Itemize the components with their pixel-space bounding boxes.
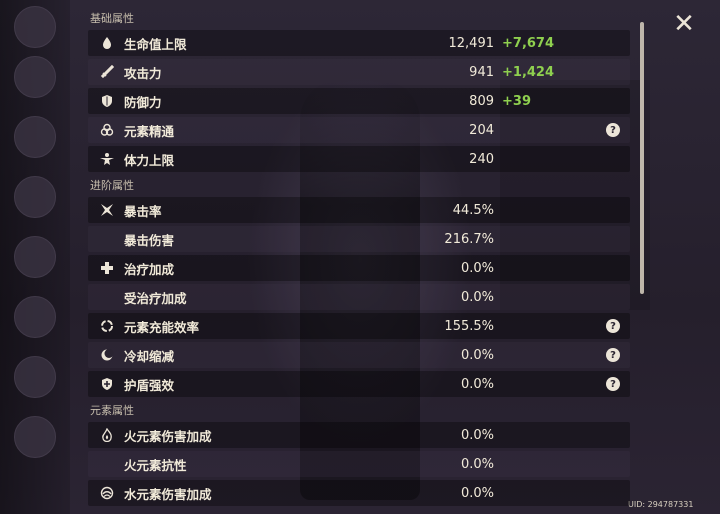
stat-row: 冷却缩减 0.0%? — [88, 342, 630, 368]
stat-row: 水元素伤害加成 0.0% — [88, 480, 630, 506]
stat-row: 火元素伤害加成 0.0% — [88, 422, 630, 448]
stat-bonus: +1,424 — [502, 64, 555, 80]
stat-bonus: +39 — [502, 93, 531, 109]
rail-avatar — [14, 236, 56, 278]
energy-recharge-icon — [98, 317, 116, 335]
healing-cross-icon — [98, 259, 116, 277]
stat-row: 受治疗加成 0.0% — [88, 284, 630, 310]
stat-value: 0.0% — [460, 289, 494, 305]
section-title-advanced: 进阶属性 — [90, 179, 134, 192]
stat-row: 治疗加成 0.0% — [88, 255, 630, 281]
attributes-panel: 基础属性 生命值上限 12,491 +7,674 攻击力 941 +1,424 防御力 809… — [88, 8, 630, 509]
rail-avatar — [14, 56, 56, 98]
scrollbar[interactable] — [640, 22, 644, 294]
sword-icon — [98, 63, 116, 81]
stat-value: 0.0% — [460, 376, 494, 392]
stat-row: 元素精通 204? — [88, 117, 630, 143]
stat-label: 水元素伤害加成 — [124, 486, 212, 502]
section-title-base: 基础属性 — [90, 12, 134, 25]
stat-label: 暴击率 — [124, 203, 162, 219]
hp-droplet-icon — [98, 34, 116, 52]
rail-avatar — [14, 416, 56, 458]
stat-row: 护盾强效 0.0%? — [88, 371, 630, 397]
stat-value: 809 — [469, 93, 494, 109]
cooldown-icon — [98, 346, 116, 364]
stat-value: 0.0% — [460, 260, 494, 276]
stat-value: 216.7% — [444, 231, 494, 247]
shield-strength-icon — [98, 375, 116, 393]
stat-label: 体力上限 — [124, 152, 175, 168]
help-icon[interactable]: ? — [606, 123, 620, 137]
stat-value: 12,491 — [448, 35, 495, 51]
hydro-icon — [98, 484, 116, 502]
stat-row: 火元素抗性 0.0% — [88, 451, 630, 477]
stat-label: 防御力 — [124, 94, 162, 110]
stat-value: 0.0% — [460, 456, 494, 472]
rail-avatar — [14, 296, 56, 338]
crit-star-icon — [98, 201, 116, 219]
uid-label: UID: 294787331 — [628, 500, 694, 509]
rail-avatar — [14, 356, 56, 398]
stat-row: 元素充能效率 155.5%? — [88, 313, 630, 339]
help-icon[interactable]: ? — [606, 348, 620, 362]
section-title-elemental: 元素属性 — [90, 404, 134, 417]
stat-label: 暴击伤害 — [124, 232, 175, 248]
stat-value: 44.5% — [452, 202, 494, 218]
character-list-rail — [0, 0, 70, 514]
stat-label: 元素精通 — [124, 123, 175, 139]
stat-value: 0.0% — [460, 485, 494, 501]
stat-value: 0.0% — [460, 427, 494, 443]
stat-row: 暴击伤害 216.7% — [88, 226, 630, 252]
rail-avatar — [14, 6, 56, 48]
stat-value: 204 — [469, 122, 494, 138]
close-button[interactable]: ✕ — [670, 10, 698, 38]
stat-value: 240 — [469, 151, 494, 167]
stat-label: 攻击力 — [124, 65, 162, 81]
stat-label: 火元素伤害加成 — [124, 428, 212, 444]
mastery-icon — [98, 121, 116, 139]
stat-label: 护盾强效 — [124, 377, 175, 393]
stat-row: 体力上限 240 — [88, 146, 630, 172]
stat-label: 元素充能效率 — [124, 319, 200, 335]
stat-label: 生命值上限 — [124, 36, 187, 52]
stat-row: 攻击力 941 +1,424 — [88, 59, 630, 85]
pyro-icon — [98, 426, 116, 444]
stat-value: 941 — [469, 64, 494, 80]
rail-avatar — [14, 176, 56, 218]
stat-label: 受治疗加成 — [124, 290, 187, 306]
stat-row: 暴击率 44.5% — [88, 197, 630, 223]
stat-value: 155.5% — [444, 318, 494, 334]
help-icon[interactable]: ? — [606, 319, 620, 333]
stat-value: 0.0% — [460, 347, 494, 363]
help-icon[interactable]: ? — [606, 377, 620, 391]
shield-icon — [98, 92, 116, 110]
rail-avatar — [14, 116, 56, 158]
stat-label: 火元素抗性 — [124, 457, 187, 473]
stat-label: 治疗加成 — [124, 261, 175, 277]
stamina-icon — [98, 150, 116, 168]
stat-label: 冷却缩减 — [124, 348, 175, 364]
stat-row: 防御力 809 +39 — [88, 88, 630, 114]
stat-row: 生命值上限 12,491 +7,674 — [88, 30, 630, 56]
stat-bonus: +7,674 — [502, 35, 555, 51]
